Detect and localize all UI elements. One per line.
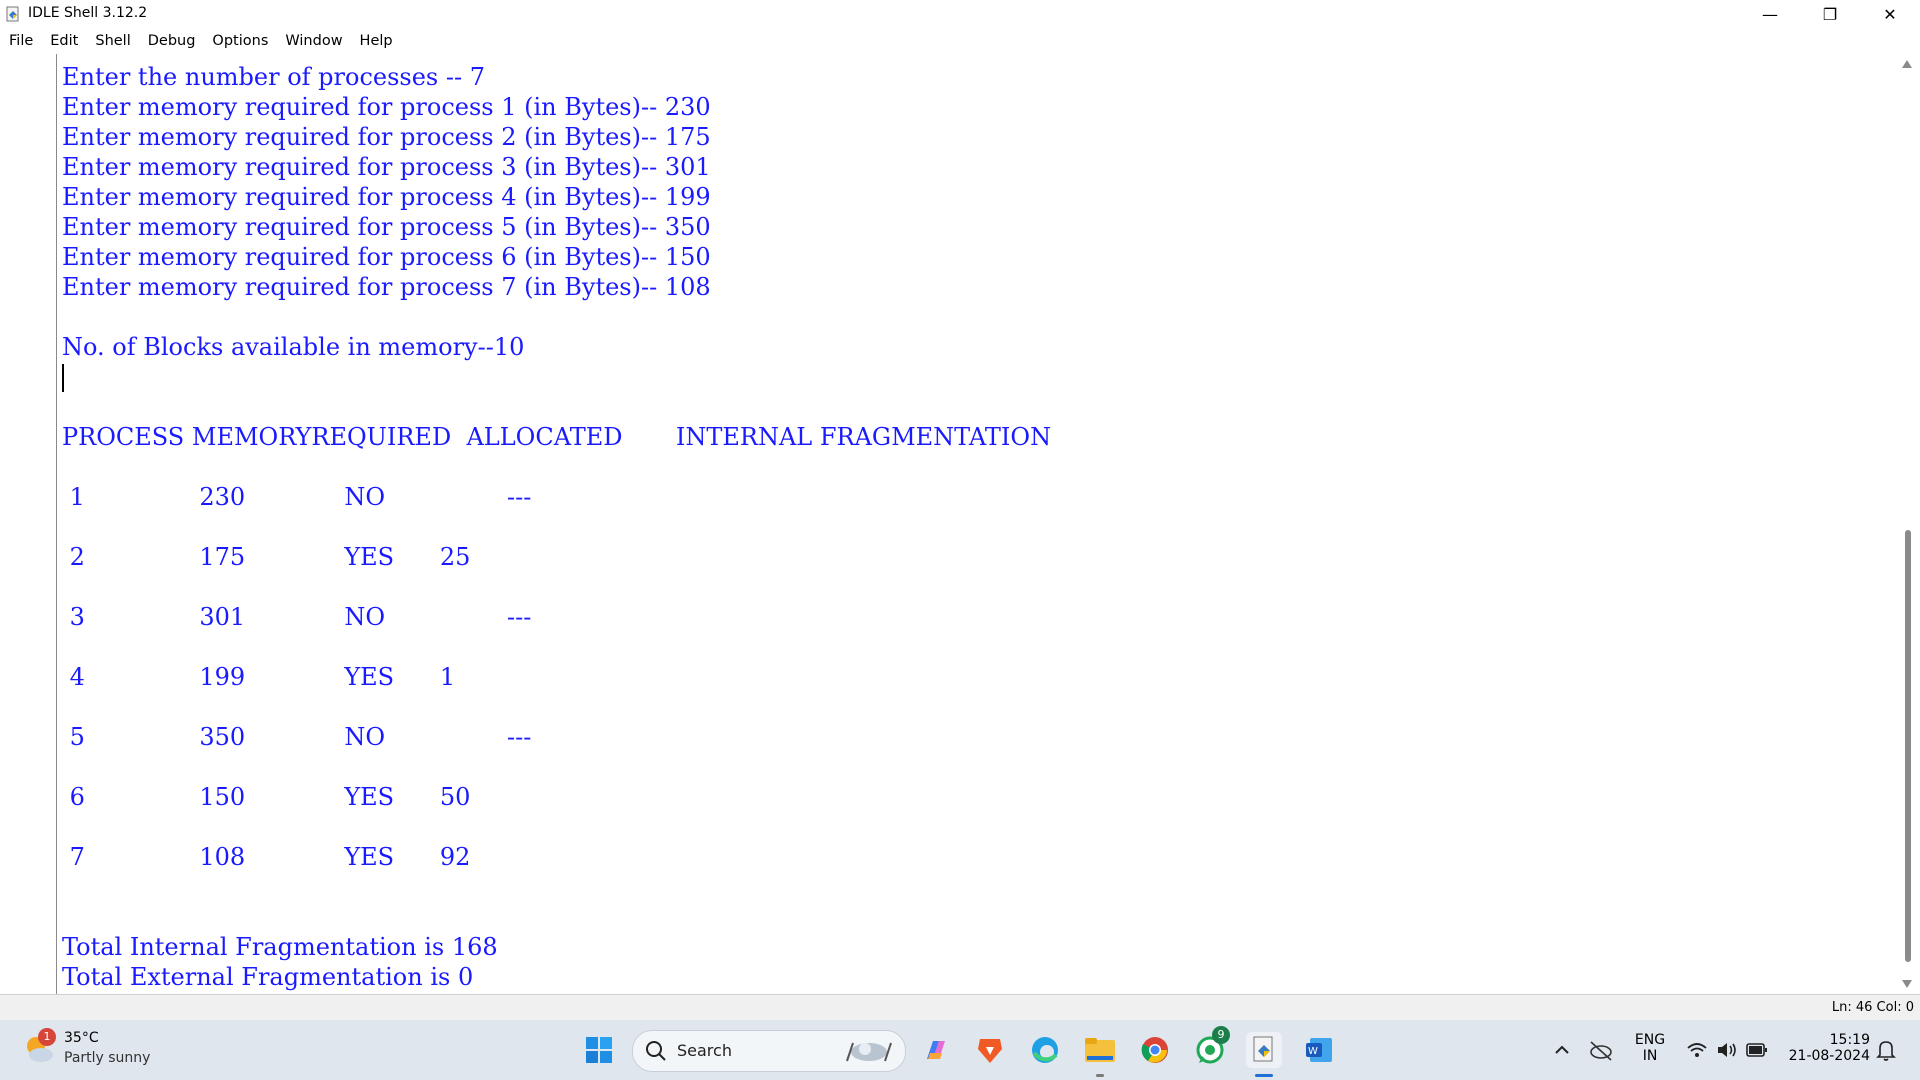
notifications-button[interactable]: [1874, 1038, 1898, 1062]
search-icon: [646, 1041, 666, 1061]
battery-icon: [1746, 1043, 1767, 1057]
restore-button[interactable]: ❐: [1800, 0, 1860, 28]
svg-text:W: W: [1308, 1046, 1318, 1057]
edge-button[interactable]: [1027, 1032, 1063, 1068]
menu-help[interactable]: Help: [351, 33, 401, 49]
cursor-position: Ln: 46 Col: 0: [1831, 1000, 1914, 1015]
region-code: IN: [1642, 1048, 1658, 1064]
menu-debug[interactable]: Debug: [139, 33, 204, 49]
restore-icon: ❐: [1822, 4, 1838, 24]
weather-desc: Partly sunny: [64, 1050, 151, 1066]
chrome-button[interactable]: [1137, 1032, 1173, 1068]
show-hidden-icons-button[interactable]: [1552, 1040, 1572, 1060]
window-title: IDLE Shell 3.12.2: [28, 5, 148, 21]
whatsapp-badge: 9: [1212, 1026, 1230, 1044]
whatsapp-button[interactable]: 9: [1192, 1026, 1230, 1068]
table-row: 3 301 NO ---: [62, 603, 532, 631]
start-button[interactable]: [581, 1032, 617, 1068]
table-row: 6 150 YES 50: [62, 783, 471, 811]
chevron-up-icon: [1555, 1045, 1569, 1054]
weather-badge-count: 1: [43, 1030, 51, 1043]
weather-temp: 35°C: [64, 1030, 99, 1046]
shell-editor[interactable]: Enter the number of processes -- 7 Enter…: [0, 54, 1920, 994]
vertical-scrollbar[interactable]: [1896, 54, 1920, 994]
copilot-icon: [927, 1041, 945, 1059]
windows-icon: [586, 1037, 612, 1063]
weather-badge: 1: [38, 1028, 56, 1046]
brave-icon: [978, 1039, 1002, 1063]
shell-line: Enter memory required for process 3 (in …: [62, 153, 711, 181]
language-code: ENG: [1634, 1032, 1666, 1048]
shell-line: Enter the number of processes -- 7: [62, 63, 485, 91]
scroll-up-icon[interactable]: [1902, 60, 1912, 68]
quick-settings-button[interactable]: [1684, 1038, 1770, 1062]
shell-line: Enter memory required for process 2 (in …: [62, 123, 711, 151]
status-bar: Ln: 46 Col: 0: [0, 994, 1920, 1021]
shell-line: Enter memory required for process 7 (in …: [62, 273, 711, 301]
table-row: 5 350 NO ---: [62, 723, 532, 751]
table-row: 1 230 NO ---: [62, 483, 532, 511]
explorer-running-indicator: [1096, 1074, 1104, 1077]
shell-line: Enter memory required for process 1 (in …: [62, 93, 711, 121]
line-gutter: [0, 54, 57, 994]
idle-icon: [1253, 1036, 1273, 1062]
clock-date: 21-08-2024: [1788, 1048, 1870, 1064]
shell-line: Enter memory required for process 6 (in …: [62, 243, 711, 271]
scrollbar-thumb[interactable]: [1905, 530, 1911, 962]
language-indicator[interactable]: ENG IN: [1630, 1032, 1670, 1064]
minimize-icon: —: [1762, 4, 1778, 24]
cloud-offline-icon: [1590, 1041, 1612, 1061]
search-label: Search: [677, 1041, 732, 1060]
wifi-icon: [1687, 1043, 1707, 1057]
folder-icon: [1085, 1038, 1115, 1062]
volume-icon: [1718, 1043, 1736, 1057]
shell-text-area[interactable]: Enter the number of processes -- 7 Enter…: [62, 54, 1892, 994]
clock-time: 15:19: [1829, 1032, 1870, 1048]
menu-bar: File Edit Shell Debug Options Window Hel…: [0, 28, 1920, 54]
minimize-button[interactable]: —: [1740, 0, 1800, 28]
close-button[interactable]: ✕: [1860, 0, 1920, 28]
shell-line: Enter memory required for process 4 (in …: [62, 183, 711, 211]
scroll-down-icon[interactable]: [1902, 980, 1912, 988]
menu-file[interactable]: File: [0, 33, 41, 49]
word-icon: W: [1306, 1038, 1332, 1062]
close-icon: ✕: [1883, 4, 1897, 24]
copilot-button[interactable]: [918, 1032, 954, 1068]
table-row: 4 199 YES 1: [62, 663, 456, 691]
shell-line: Total Internal Fragmentation is 168: [62, 933, 498, 961]
word-button[interactable]: W: [1301, 1032, 1337, 1068]
search-highlight-icon: [846, 1042, 892, 1062]
shell-line: Enter memory required for process 5 (in …: [62, 213, 711, 241]
menu-options[interactable]: Options: [203, 33, 276, 49]
idle-taskbar-button[interactable]: [1246, 1032, 1282, 1068]
table-row: 7 108 YES 92: [62, 843, 471, 871]
taskbar-search[interactable]: Search: [632, 1030, 906, 1072]
menu-shell[interactable]: Shell: [86, 33, 138, 49]
menu-window[interactable]: Window: [276, 33, 350, 49]
title-bar: IDLE Shell 3.12.2 — ❐ ✕: [0, 0, 1920, 28]
whatsapp-badge-count: 9: [1217, 1028, 1225, 1041]
text-cursor: [62, 364, 64, 392]
shell-line: Total External Fragmentation is 0: [62, 963, 474, 991]
chrome-icon: [1141, 1037, 1168, 1063]
table-header: PROCESS MEMORYREQUIRED ALLOCATED INTERNA…: [62, 423, 1052, 451]
edge-icon: [1032, 1037, 1058, 1063]
idle-active-indicator: [1255, 1074, 1273, 1077]
weather-widget[interactable]: 1 35°C Partly sunny: [22, 1028, 162, 1072]
taskbar: 1 35°C Partly sunny Search 9 W ENG IN 15…: [0, 1020, 1920, 1080]
table-row: 2 175 YES 25: [62, 543, 471, 571]
shell-line: No. of Blocks available in memory--10: [62, 333, 525, 361]
menu-edit[interactable]: Edit: [41, 33, 86, 49]
file-explorer-button[interactable]: [1082, 1032, 1118, 1068]
onedrive-button[interactable]: [1588, 1038, 1614, 1062]
clock[interactable]: 15:19 21-08-2024: [1780, 1032, 1870, 1064]
bell-icon: [1876, 1041, 1896, 1061]
idle-app-icon: [6, 6, 19, 22]
brave-button[interactable]: [972, 1032, 1008, 1068]
